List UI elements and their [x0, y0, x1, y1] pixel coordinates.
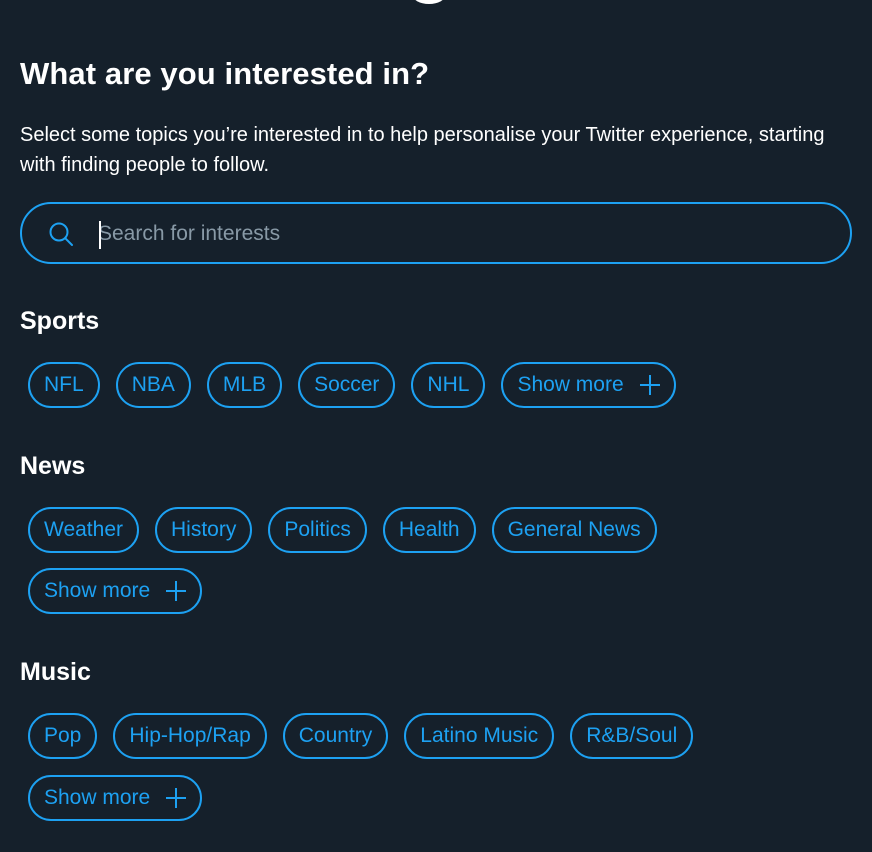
topic-chip[interactable]: Politics — [268, 507, 367, 553]
show-more-label: Show more — [44, 786, 151, 809]
topic-chip[interactable]: R&B/Soul — [570, 713, 694, 759]
show-more-news-button[interactable]: Show more — [28, 568, 203, 614]
section-title-news: News — [20, 452, 86, 480]
show-more-music-button[interactable]: Show more — [28, 775, 203, 821]
section-title-sports: Sports — [20, 307, 100, 335]
plus-icon — [166, 581, 187, 601]
plus-icon — [639, 375, 660, 395]
topic-chip[interactable]: NHL — [411, 362, 486, 408]
search-input[interactable] — [98, 218, 798, 250]
topic-chip[interactable]: Health — [382, 507, 476, 553]
topic-chip[interactable]: Hip-Hop/Rap — [113, 713, 267, 759]
show-more-label: Show more — [517, 373, 624, 396]
topic-chip[interactable]: History — [155, 507, 253, 553]
topic-chip[interactable]: NBA — [115, 362, 191, 408]
topic-chip[interactable]: Weather — [28, 507, 139, 553]
section-title-music: Music — [20, 658, 91, 686]
show-more-label: Show more — [44, 579, 151, 602]
logo-icon — [412, 0, 446, 4]
page-subtitle: Select some topics you’re interested in … — [20, 124, 825, 176]
page-title: What are you interested in? — [20, 56, 430, 91]
topic-chip[interactable]: MLB — [206, 362, 283, 408]
news-topics: Weather History Politics Health General … — [28, 507, 657, 553]
plus-icon — [166, 788, 187, 808]
search-box[interactable] — [20, 202, 852, 264]
topic-chip[interactable]: Country — [282, 713, 389, 759]
music-topics: Pop Hip-Hop/Rap Country Latino Music R&B… — [28, 713, 694, 759]
search-icon — [49, 222, 73, 246]
topic-chip[interactable]: Pop — [28, 713, 98, 759]
news-more-row: Show more — [28, 568, 203, 614]
sports-topics: NFL NBA MLB Soccer NHL Show more — [28, 362, 676, 408]
music-more-row: Show more — [28, 775, 203, 821]
text-caret — [99, 221, 101, 249]
topic-chip[interactable]: General News — [491, 507, 657, 553]
topic-chip[interactable]: NFL — [28, 362, 100, 408]
topic-chip[interactable]: Latino Music — [404, 713, 555, 759]
topic-chip[interactable]: Soccer — [298, 362, 396, 408]
show-more-sports-button[interactable]: Show more — [501, 362, 676, 408]
